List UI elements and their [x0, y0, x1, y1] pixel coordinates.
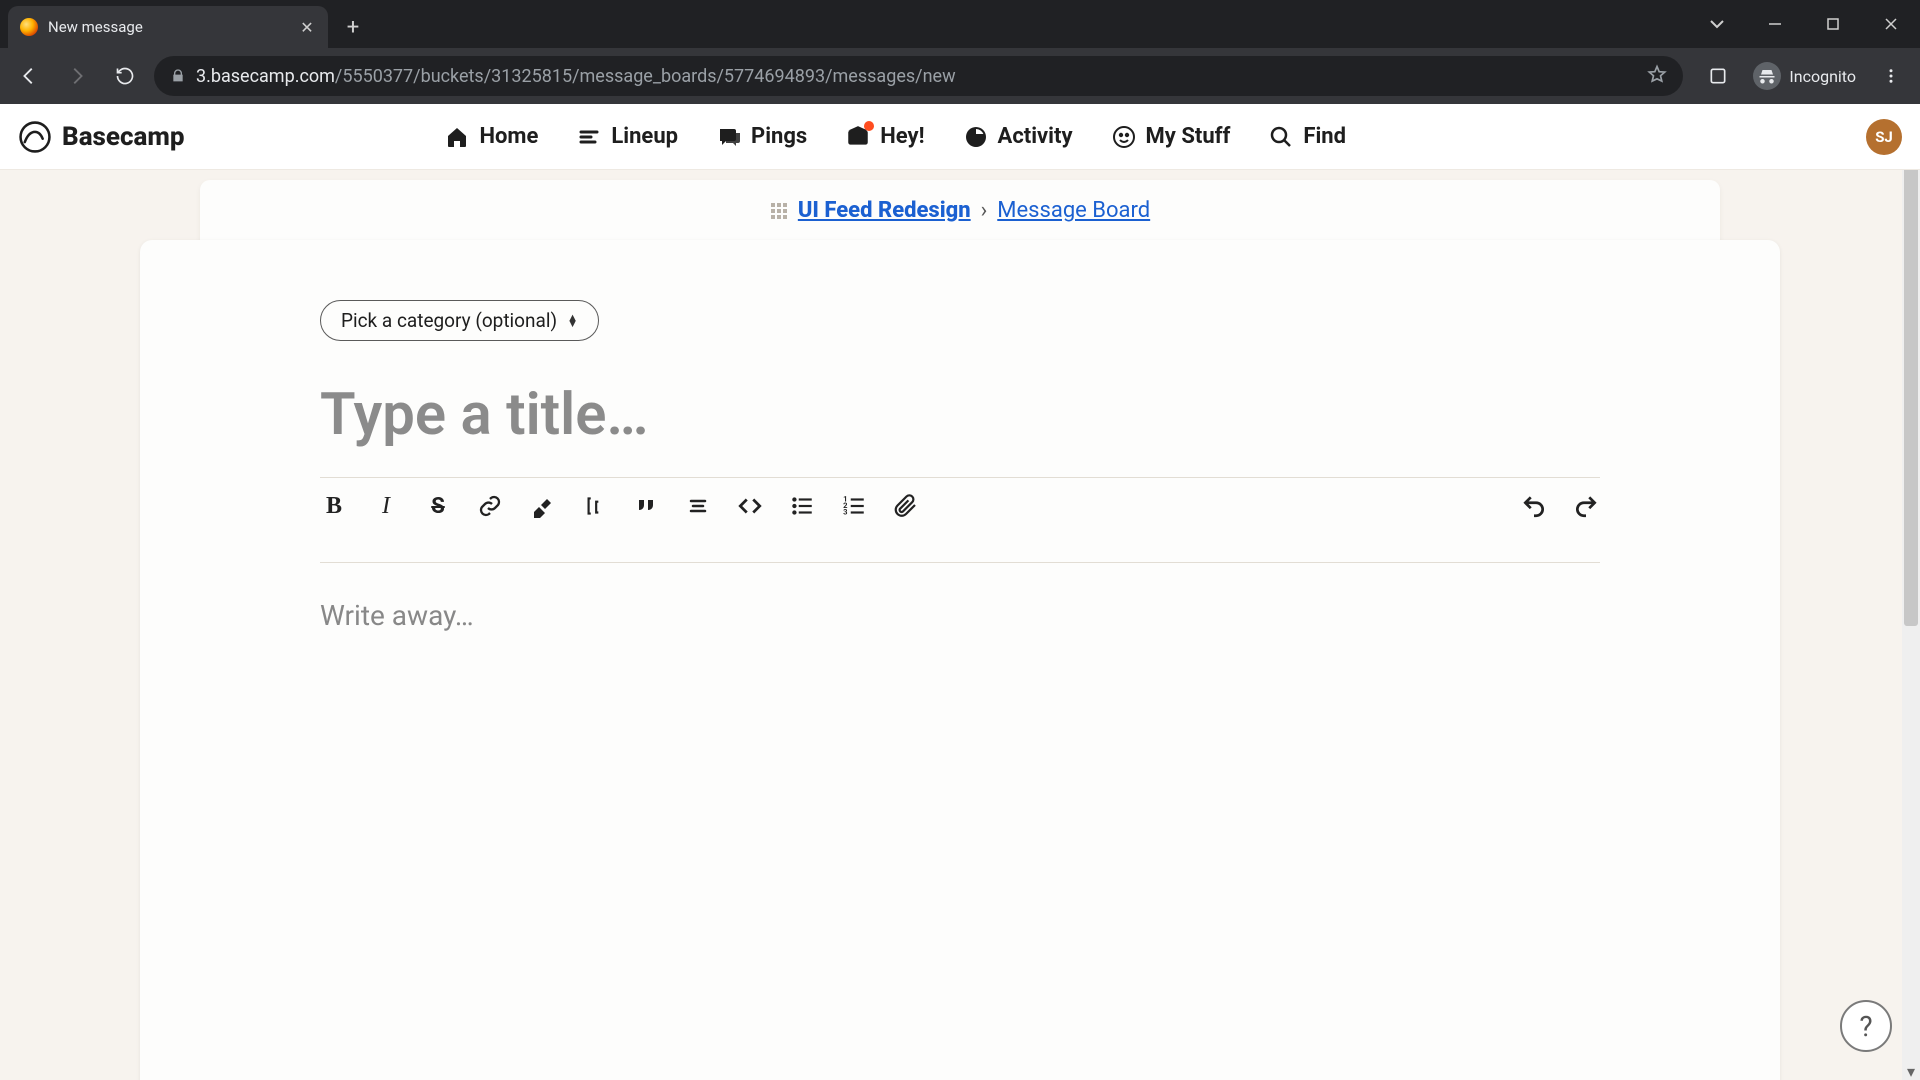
breadcrumb: UI Feed Redesign › Message Board — [770, 198, 1150, 223]
window-minimize-icon[interactable] — [1746, 0, 1804, 48]
incognito-label: Incognito — [1789, 67, 1856, 86]
nav-back-button[interactable] — [10, 57, 48, 95]
browser-tab-strip: New message ✕ + — [0, 0, 1920, 48]
extensions-icon[interactable] — [1699, 57, 1737, 95]
url-text: 3.basecamp.com/5550377/buckets/31325815/… — [196, 66, 956, 87]
nav-home-label: Home — [479, 124, 538, 149]
breadcrumb-board-link[interactable]: Message Board — [997, 198, 1150, 223]
undo-button[interactable] — [1520, 492, 1548, 520]
lock-icon — [170, 68, 186, 84]
scroll-thumb[interactable] — [1904, 106, 1918, 626]
logo-text: Basecamp — [62, 122, 185, 152]
page-viewport: Basecamp Home Lineup Pings — [0, 104, 1920, 1080]
breadcrumb-separator: › — [981, 198, 988, 223]
nav-forward-button[interactable] — [58, 57, 96, 95]
new-tab-button[interactable]: + — [334, 8, 372, 46]
basecamp-logo[interactable]: Basecamp — [18, 120, 185, 154]
activity-icon — [963, 124, 989, 150]
app-topnav: Basecamp Home Lineup Pings — [0, 104, 1920, 170]
highlight-button[interactable] — [528, 492, 556, 520]
nav-items: Home Lineup Pings Hey! — [444, 124, 1346, 150]
window-maximize-icon[interactable] — [1804, 0, 1862, 48]
rich-text-toolbar: B I S 123 — [320, 478, 1600, 534]
basecamp-favicon-icon — [20, 18, 38, 36]
nav-find[interactable]: Find — [1268, 124, 1346, 150]
lineup-icon — [576, 124, 602, 150]
toolbar-bottom-divider — [320, 562, 1600, 563]
numbered-list-button[interactable]: 123 — [840, 492, 868, 520]
mystuff-icon — [1111, 124, 1137, 150]
bold-button[interactable]: B — [320, 492, 348, 520]
home-icon — [444, 124, 470, 150]
browser-toolbar: 3.basecamp.com/5550377/buckets/31325815/… — [0, 48, 1920, 104]
address-bar[interactable]: 3.basecamp.com/5550377/buckets/31325815/… — [154, 56, 1683, 96]
user-avatar[interactable]: SJ — [1866, 119, 1902, 155]
heading-button[interactable] — [580, 492, 608, 520]
tab-close-icon[interactable]: ✕ — [298, 18, 316, 36]
select-caret-icon: ▲▼ — [567, 315, 578, 327]
help-icon: ? — [1859, 1010, 1872, 1043]
incognito-icon — [1753, 62, 1781, 90]
svg-text:3: 3 — [843, 508, 847, 517]
message-editor-card: Pick a category (optional) ▲▼ B I S — [140, 240, 1780, 1080]
body-placeholder: Write away… — [320, 599, 474, 632]
nav-lineup[interactable]: Lineup — [576, 124, 678, 150]
window-close-icon[interactable] — [1862, 0, 1920, 48]
nav-pings-label: Pings — [751, 124, 807, 149]
pings-icon — [716, 124, 742, 150]
strikethrough-button[interactable]: S — [424, 492, 452, 520]
code-button[interactable] — [736, 492, 764, 520]
bookmark-star-icon[interactable] — [1647, 64, 1667, 89]
message-body-editor[interactable]: Write away… — [320, 599, 1600, 632]
hey-icon — [845, 124, 871, 150]
incognito-badge[interactable]: Incognito — [1743, 62, 1866, 90]
tab-search-icon[interactable] — [1688, 0, 1746, 48]
align-button[interactable] — [684, 492, 712, 520]
nav-activity[interactable]: Activity — [963, 124, 1073, 150]
nav-reload-button[interactable] — [106, 57, 144, 95]
italic-button[interactable]: I — [372, 492, 400, 520]
nav-pings[interactable]: Pings — [716, 124, 807, 150]
nav-mystuff-label: My Stuff — [1146, 124, 1231, 149]
help-button[interactable]: ? — [1840, 1000, 1892, 1052]
category-picker[interactable]: Pick a category (optional) ▲▼ — [320, 300, 599, 341]
redo-button[interactable] — [1572, 492, 1600, 520]
nav-find-label: Find — [1303, 124, 1346, 149]
link-button[interactable] — [476, 492, 504, 520]
category-picker-label: Pick a category (optional) — [341, 309, 557, 332]
title-input[interactable] — [320, 381, 1600, 449]
find-icon — [1268, 124, 1294, 150]
bullet-list-button[interactable] — [788, 492, 816, 520]
avatar-initials: SJ — [1875, 128, 1893, 146]
browser-tab-active[interactable]: New message ✕ — [8, 6, 328, 48]
page-scrollbar[interactable]: ▴ ▾ — [1902, 104, 1920, 1080]
quote-button[interactable] — [632, 492, 660, 520]
breadcrumb-project-link[interactable]: UI Feed Redesign — [798, 198, 971, 223]
nav-lineup-label: Lineup — [611, 124, 678, 149]
toolbar-right-group: Incognito — [1699, 57, 1910, 95]
window-controls — [1688, 0, 1920, 48]
tab-title: New message — [48, 18, 288, 36]
project-grid-icon — [770, 202, 788, 220]
scroll-down-icon[interactable]: ▾ — [1902, 1062, 1920, 1080]
nav-home[interactable]: Home — [444, 124, 538, 150]
chrome-menu-icon[interactable] — [1872, 57, 1910, 95]
hey-notification-dot-icon — [864, 121, 874, 131]
basecamp-logo-icon — [18, 120, 52, 154]
nav-hey-label: Hey! — [880, 124, 924, 149]
nav-hey[interactable]: Hey! — [845, 124, 924, 150]
nav-mystuff[interactable]: My Stuff — [1111, 124, 1231, 150]
attach-button[interactable] — [892, 492, 920, 520]
nav-activity-label: Activity — [998, 124, 1073, 149]
